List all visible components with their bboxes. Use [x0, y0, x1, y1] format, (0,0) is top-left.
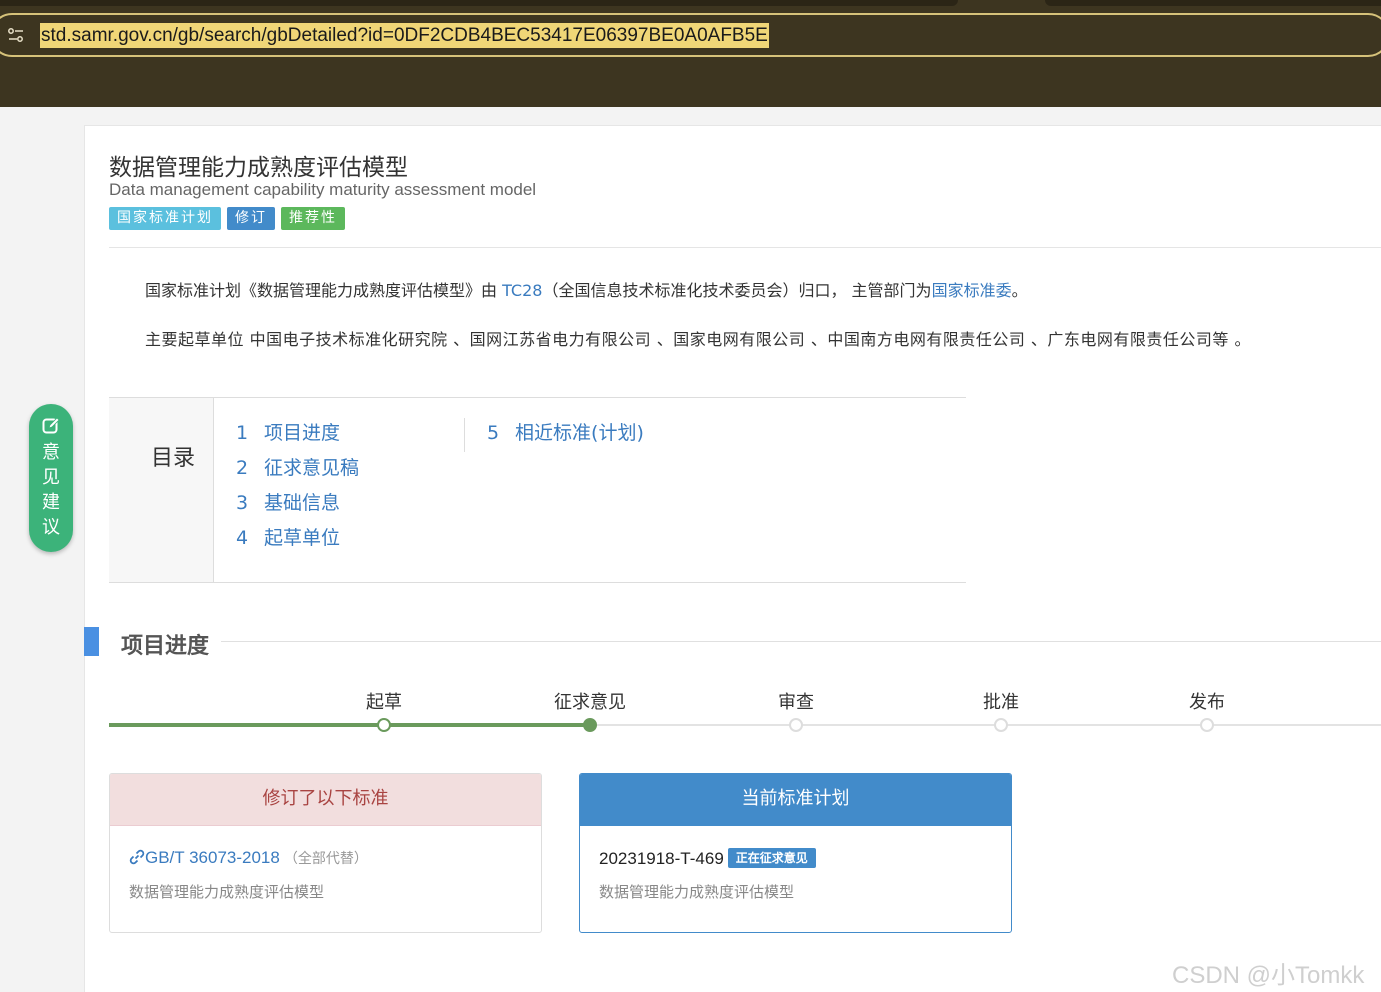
- revised-standard-row: GB/T 36073-2018 （全部代替）: [129, 848, 368, 870]
- plan-number: 20231918-T-469: [599, 849, 724, 868]
- toc-item-num: 3: [236, 492, 249, 514]
- toc-item-label: 基础信息: [264, 492, 341, 514]
- toc-item-label: 征求意见稿: [264, 457, 360, 479]
- progress-step-dot: [789, 718, 803, 732]
- revised-standards-panel: 修订了以下标准 GB/T 36073-2018 （全部代替） 数据管理能力成熟度评…: [109, 773, 542, 933]
- description-suffix: 。: [1011, 281, 1028, 300]
- panel-title: 修订了以下标准: [110, 774, 541, 826]
- browser-toolbar: std.samr.gov.cn/gb/search/gbDetailed?id=…: [0, 0, 1381, 107]
- badge-recommended: 推荐性: [281, 207, 345, 230]
- tc-link[interactable]: TC28: [502, 281, 542, 300]
- progress-step-dot: [377, 718, 391, 732]
- toc-item-num: 4: [236, 527, 249, 549]
- toc-item-basic-info[interactable]: 3 基础信息: [236, 490, 359, 525]
- feedback-char: 见: [42, 467, 60, 488]
- description-line-2: 主要起草单位 中国电子技术标准化研究院 、国网江苏省电力有限公司 、国家电网有限…: [145, 330, 1252, 349]
- feedback-label: 意见建议: [29, 440, 73, 540]
- toc-column-1: 1 项目进度 2 征求意见稿 3 基础信息 4 起草单位: [236, 420, 359, 560]
- toc-item-drafters[interactable]: 4 起草单位: [236, 525, 359, 560]
- feedback-char: 建: [42, 492, 60, 513]
- toc-item-num: 2: [236, 457, 249, 479]
- page-subtitle: Data management capability maturity asse…: [109, 180, 537, 199]
- link-icon: [129, 849, 145, 870]
- toc-item-label: 项目进度: [264, 422, 341, 444]
- progress-step-label: 审查: [778, 692, 814, 713]
- watermark: CSDN @小Tomkk: [1172, 962, 1365, 989]
- section-title-progress: 项目进度: [121, 634, 210, 659]
- progress-step-dot: [1200, 718, 1214, 732]
- toc-item-progress[interactable]: 1 项目进度: [236, 420, 359, 455]
- progress-step-dot: [994, 718, 1008, 732]
- toc-item-num: 5: [487, 422, 500, 444]
- url-text[interactable]: std.samr.gov.cn/gb/search/gbDetailed?id=…: [40, 23, 769, 48]
- description-middle: （全国信息技术标准化技术委员会）归口， 主管部门为: [542, 281, 932, 300]
- status-badge: 正在征求意见: [727, 848, 816, 868]
- section-accent-bar: [84, 627, 99, 656]
- toc-item-label: 起草单位: [264, 527, 341, 549]
- progress-step-label: 征求意见: [554, 692, 626, 713]
- badge-plan: 国家标准计划: [109, 207, 221, 230]
- progress-step-label: 起草: [366, 692, 402, 713]
- browser-tab-strip-left: [0, 0, 958, 6]
- revised-standard-note: （全部代替）: [283, 851, 368, 867]
- revised-standard-link[interactable]: GB/T 36073-2018: [145, 848, 280, 867]
- page-title: 数据管理能力成熟度评估模型: [109, 155, 408, 181]
- progress-step-label: 批准: [983, 692, 1019, 713]
- edit-icon: [41, 416, 61, 436]
- badge-revise: 修订: [227, 207, 275, 230]
- header-divider: [109, 247, 1381, 248]
- toc-item-num: 1: [236, 422, 249, 444]
- toc-column-2: 5 相近标准(计划): [487, 420, 644, 455]
- toc-label-cell: 目录: [109, 398, 214, 582]
- progress-step-label: 发布: [1189, 692, 1225, 713]
- feedback-button[interactable]: 意见建议: [29, 404, 73, 552]
- dept-link[interactable]: 国家标准委: [932, 281, 1012, 300]
- plan-name: 数据管理能力成熟度评估模型: [599, 883, 795, 901]
- toc-item-draft-comments[interactable]: 2 征求意见稿: [236, 455, 359, 490]
- panel-title: 当前标准计划: [580, 774, 1011, 826]
- toc-item-related-standards[interactable]: 5 相近标准(计划): [487, 420, 644, 455]
- feedback-char: 议: [42, 517, 60, 538]
- table-of-contents: 目录 1 项目进度 2 征求意见稿 3 基础信息 4 起草单位 5 相近标准(计…: [109, 397, 966, 583]
- plan-number-row: 20231918-T-469 正在征求意见: [599, 848, 816, 869]
- section-divider: [221, 641, 1381, 642]
- browser-tab-strip-right: [1045, 0, 1381, 6]
- progress-step-dot: [583, 718, 597, 732]
- description-line-1: 国家标准计划《数据管理能力成熟度评估模型》由 TC28（全国信息技术标准化技术委…: [145, 277, 1028, 301]
- badge-group: 国家标准计划 修订 推荐性: [109, 207, 345, 230]
- revised-standard-name: 数据管理能力成熟度评估模型: [129, 883, 325, 901]
- progress-fill: [109, 723, 590, 727]
- toc-label: 目录: [151, 446, 196, 471]
- site-info-icon[interactable]: [6, 25, 26, 45]
- feedback-char: 意: [42, 442, 60, 463]
- toc-item-label: 相近标准(计划): [515, 422, 644, 444]
- description-prefix: 国家标准计划《数据管理能力成熟度评估模型》由: [145, 281, 503, 300]
- current-plan-panel: 当前标准计划 20231918-T-469 正在征求意见 数据管理能力成熟度评估模…: [579, 773, 1012, 933]
- toc-separator: [464, 418, 465, 452]
